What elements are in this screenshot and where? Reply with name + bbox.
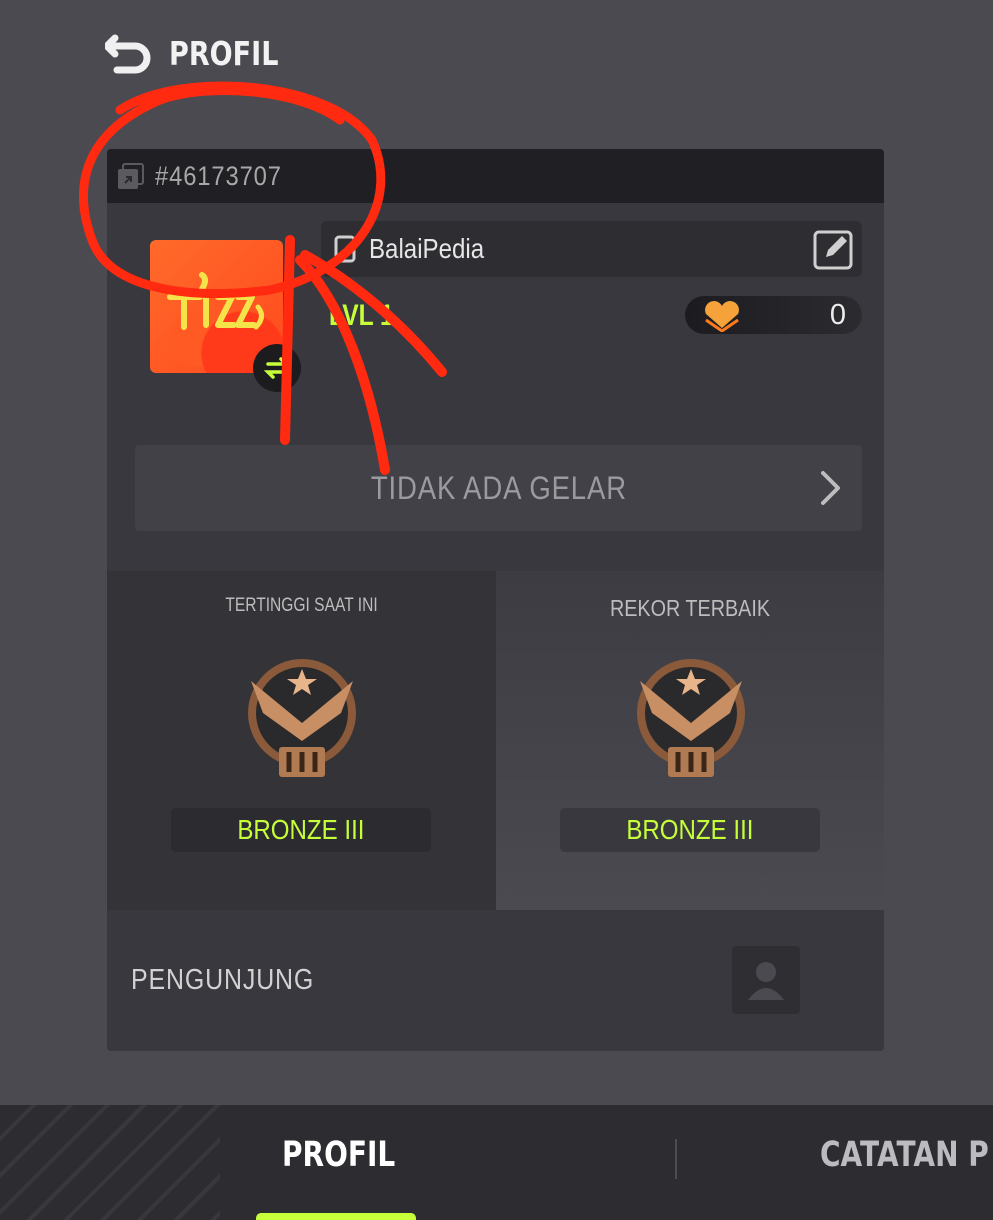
nickname: BalaiPedia <box>369 233 485 264</box>
tab-catatan[interactable]: CATATAN P <box>820 1135 989 1175</box>
decorative-stripes <box>0 1105 220 1220</box>
rank-current-label: BRONZE III <box>171 808 431 852</box>
visitors-section[interactable]: PENGUNJUNG <box>107 910 884 1051</box>
player-title-text: TIDAK ADA GELAR <box>370 469 627 506</box>
copy-icon[interactable] <box>115 161 145 191</box>
rank-best-label: BRONZE III <box>560 808 820 852</box>
pizza-avatar-icon <box>166 271 264 330</box>
rank-current-value: BRONZE III <box>237 814 365 845</box>
visitors-label: PENGUNJUNG <box>131 964 315 996</box>
page-title: PROFIL <box>169 33 279 73</box>
bronze-rank-badge-icon <box>248 659 356 777</box>
profile-card: #46173707 BalaiPedia LVL 1 0 TIDAK ADA G… <box>107 149 884 1051</box>
likes-counter[interactable]: 0 <box>685 296 862 334</box>
rank-current-heading: TERTINGGI SAAT INI <box>225 595 378 616</box>
rank-best-heading: REKOR TERBAIK <box>609 595 771 621</box>
page-header: PROFIL <box>105 28 303 78</box>
player-id: #46173707 <box>155 160 282 191</box>
bronze-rank-badge-icon <box>637 659 745 777</box>
user-placeholder-icon <box>748 962 784 1000</box>
likes-count: 0 <box>829 298 846 331</box>
swap-icon <box>264 357 290 379</box>
nickname-icon <box>334 235 356 263</box>
rank-current-panel[interactable]: TERTINGGI SAAT INI BRONZE III <box>107 571 496 910</box>
back-button[interactable] <box>105 30 155 76</box>
tab-profil[interactable]: PROFIL <box>282 1135 395 1175</box>
edit-icon[interactable] <box>812 227 856 271</box>
rank-best-value: BRONZE III <box>626 814 754 845</box>
player-id-bar[interactable]: #46173707 <box>107 149 884 203</box>
nickname-bar: BalaiPedia <box>321 221 862 277</box>
heart-icon <box>705 301 739 332</box>
bottom-tab-bar: PROFIL CATATAN P <box>0 1105 993 1220</box>
tab-divider <box>675 1139 677 1179</box>
active-tab-indicator <box>256 1213 416 1220</box>
swap-avatar-button[interactable] <box>253 344 301 392</box>
visitor-avatar[interactable] <box>732 946 800 1014</box>
player-title-selector[interactable]: TIDAK ADA GELAR <box>135 445 862 531</box>
avatar-container[interactable] <box>150 240 301 392</box>
rank-best-panel[interactable]: REKOR TERBAIK BRONZE III <box>496 571 884 910</box>
chevron-right-icon <box>821 471 840 505</box>
player-level: LVL 1 <box>329 299 394 332</box>
back-arrow-icon <box>105 34 151 74</box>
